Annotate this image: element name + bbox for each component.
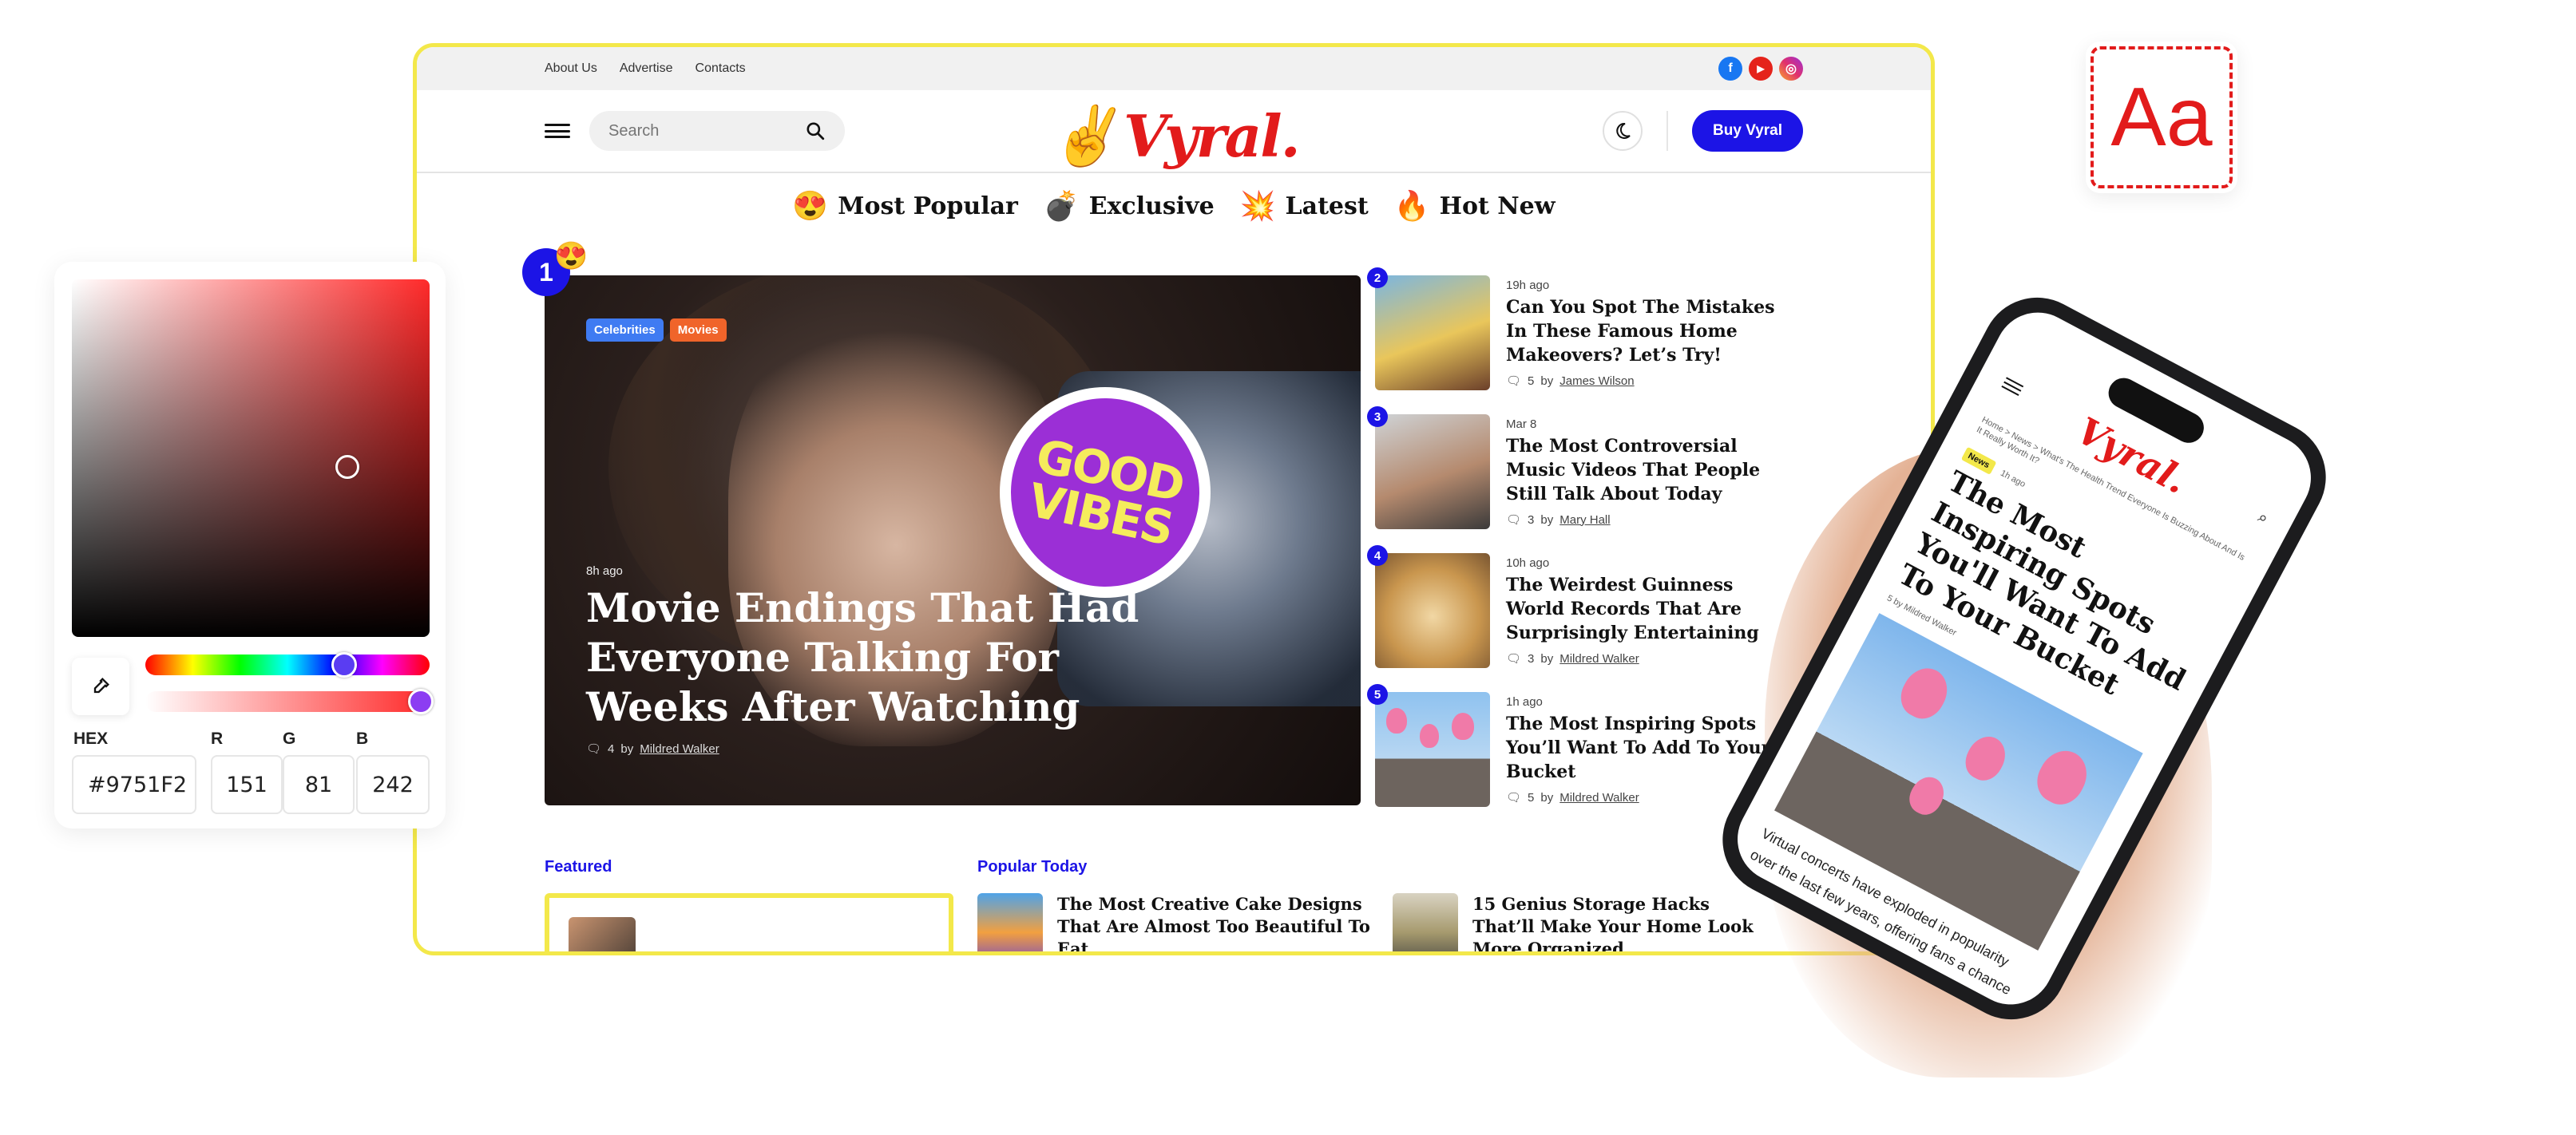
nav-most-popular[interactable]: 😍 Most Popular	[792, 189, 1017, 223]
post-thumbnail	[569, 917, 636, 951]
post-time: 8h ago	[586, 564, 623, 578]
tag-badge[interactable]: Movies	[669, 318, 727, 342]
comment-icon: 🗨	[1506, 513, 1522, 527]
good-vibes-sticker: GOOD VIBES	[993, 381, 1217, 604]
font-sample: Aa	[2091, 46, 2233, 188]
hero-title[interactable]: Movie Endings That Had Everyone Talking …	[586, 583, 1145, 732]
author-link[interactable]: Mildred Walker	[640, 742, 719, 756]
alpha-handle[interactable]	[408, 689, 434, 714]
eyedropper-icon	[93, 678, 109, 694]
comment-count: 4	[608, 742, 615, 756]
category-nav: 😍 Most Popular 💣 Exclusive 💥 Latest 🔥 Hot Ne…	[417, 189, 1931, 223]
heart-eyes-icon: 😍	[554, 241, 589, 271]
top-bar: About Us Advertise Contacts f ▶ ◎	[417, 47, 1931, 90]
author-link[interactable]: Mary Hall	[1559, 513, 1610, 527]
website-mockup: About Us Advertise Contacts f ▶ ◎ ✌ Vyra…	[413, 43, 1935, 955]
post-title[interactable]: 15 Genius Storage Hacks That’ll Make You…	[1472, 893, 1760, 951]
comment-icon: 🗨	[586, 742, 602, 756]
buy-button[interactable]: Buy Vyral	[1692, 110, 1803, 152]
post-time: 1h ago	[1999, 468, 2027, 490]
hue-handle[interactable]	[331, 652, 358, 678]
list-item[interactable]: 3 Mar 8 The Most Controversial Music Vid…	[1367, 406, 1790, 553]
hero-post[interactable]: Celebrities Movies GOOD VIBES 8h ago Mov…	[545, 275, 1361, 805]
post-title[interactable]: The Weirdest Guinness World Records That…	[1506, 573, 1777, 645]
social-links: f ▶ ◎	[1718, 57, 1803, 81]
popular-heading: Popular Today	[977, 858, 1088, 876]
list-item[interactable]: 5 1h ago The Most Inspiring Spots You’ll…	[1367, 684, 1790, 831]
post-title[interactable]: The Most Inspiring Spots You’ll Want To …	[1506, 712, 1777, 784]
post-thumbnail	[1375, 414, 1490, 529]
list-item[interactable]: 15 Genius Storage Hacks That’ll Make You…	[1393, 893, 1760, 951]
saturation-handle[interactable]	[335, 455, 359, 479]
instagram-icon[interactable]: ◎	[1779, 57, 1803, 81]
dark-mode-toggle[interactable]	[1603, 111, 1643, 151]
stage: About Us Advertise Contacts f ▶ ◎ ✌ Vyra…	[0, 0, 2576, 1135]
list-item[interactable]: 2 19h ago Can You Spot The Mistakes In T…	[1367, 267, 1790, 414]
post-thumbnail	[1393, 893, 1458, 951]
post-thumbnail	[1375, 692, 1490, 807]
tag-badge[interactable]: Celebrities	[586, 318, 664, 342]
site-logo[interactable]: ✌ Vyral.	[1048, 101, 1301, 170]
g-input[interactable]: 81	[283, 755, 355, 814]
site-header: ✌ Vyral. Buy Vyral	[417, 90, 1931, 173]
comment-icon: 🗨	[1506, 791, 1522, 805]
post-thumbnail	[977, 893, 1043, 951]
hex-input[interactable]: #9751F2	[72, 755, 196, 814]
b-label: B	[356, 730, 369, 748]
r-label: R	[211, 730, 224, 748]
logo-text: Vyral.	[1123, 101, 1301, 170]
color-picker: HEX R G B #9751F2 151 81 242	[54, 262, 446, 829]
nav-latest[interactable]: 💥 Latest	[1240, 189, 1369, 223]
top-links: About Us Advertise Contacts	[545, 61, 746, 76]
search-input[interactable]	[608, 121, 792, 140]
collision-icon: 💥	[1239, 189, 1276, 222]
bomb-icon: 💣	[1043, 189, 1080, 222]
comment-icon: 🗨	[1506, 374, 1522, 388]
comment-icon: 🗨	[1506, 652, 1522, 666]
search-icon[interactable]	[805, 121, 826, 141]
eyedropper-button[interactable]	[72, 658, 129, 715]
rank-badge: 2	[1367, 267, 1388, 288]
author-link[interactable]: James Wilson	[1559, 374, 1634, 388]
peace-hand-icon: ✌	[1048, 101, 1120, 169]
post-title[interactable]: Can You Spot The Mistakes In These Famou…	[1506, 295, 1777, 367]
advertise-link[interactable]: Advertise	[620, 61, 673, 76]
alpha-slider[interactable]	[145, 689, 434, 714]
menu-icon[interactable]	[545, 124, 570, 138]
hex-label: HEX	[73, 730, 109, 748]
list-item[interactable]: 4 10h ago The Weirdest Guinness World Re…	[1367, 545, 1790, 692]
featured-heading: Featured	[545, 858, 612, 876]
heart-eyes-icon: 😍	[792, 189, 829, 222]
author-link[interactable]: Mildred Walker	[1559, 791, 1639, 805]
fire-icon: 🔥	[1393, 189, 1430, 222]
side-post-list: 2 19h ago Can You Spot The Mistakes In T…	[1367, 267, 1790, 831]
post-thumbnail	[1375, 275, 1490, 390]
facebook-icon[interactable]: f	[1718, 57, 1742, 81]
r-input[interactable]: 151	[211, 755, 283, 814]
contacts-link[interactable]: Contacts	[696, 61, 746, 76]
b-input[interactable]: 242	[356, 755, 430, 814]
author-link[interactable]: Mildred Walker	[1559, 652, 1639, 666]
nav-exclusive[interactable]: 💣 Exclusive	[1044, 189, 1215, 223]
saturation-area[interactable]	[72, 279, 430, 637]
about-us-link[interactable]: About Us	[545, 61, 597, 76]
youtube-icon[interactable]: ▶	[1749, 57, 1773, 81]
hue-slider[interactable]	[145, 652, 430, 678]
moon-icon	[1616, 122, 1631, 139]
font-sample-card: Aa	[2086, 42, 2237, 193]
rank-badge: 4	[1367, 545, 1388, 566]
post-title[interactable]: The Most Controversial Music Videos That…	[1506, 434, 1777, 506]
post-title[interactable]: The Most Creative Cake Designs That Are …	[1057, 893, 1377, 951]
rank-badge: 5	[1367, 684, 1388, 705]
list-item[interactable]: The Most Creative Cake Designs That Are …	[977, 893, 1377, 951]
post-thumbnail	[1375, 553, 1490, 668]
featured-card[interactable]	[545, 893, 953, 951]
search-box	[589, 111, 845, 151]
nav-hot-new[interactable]: 🔥 Hot New	[1394, 189, 1556, 223]
rank-badge: 3	[1367, 406, 1388, 427]
g-label: G	[283, 730, 296, 748]
